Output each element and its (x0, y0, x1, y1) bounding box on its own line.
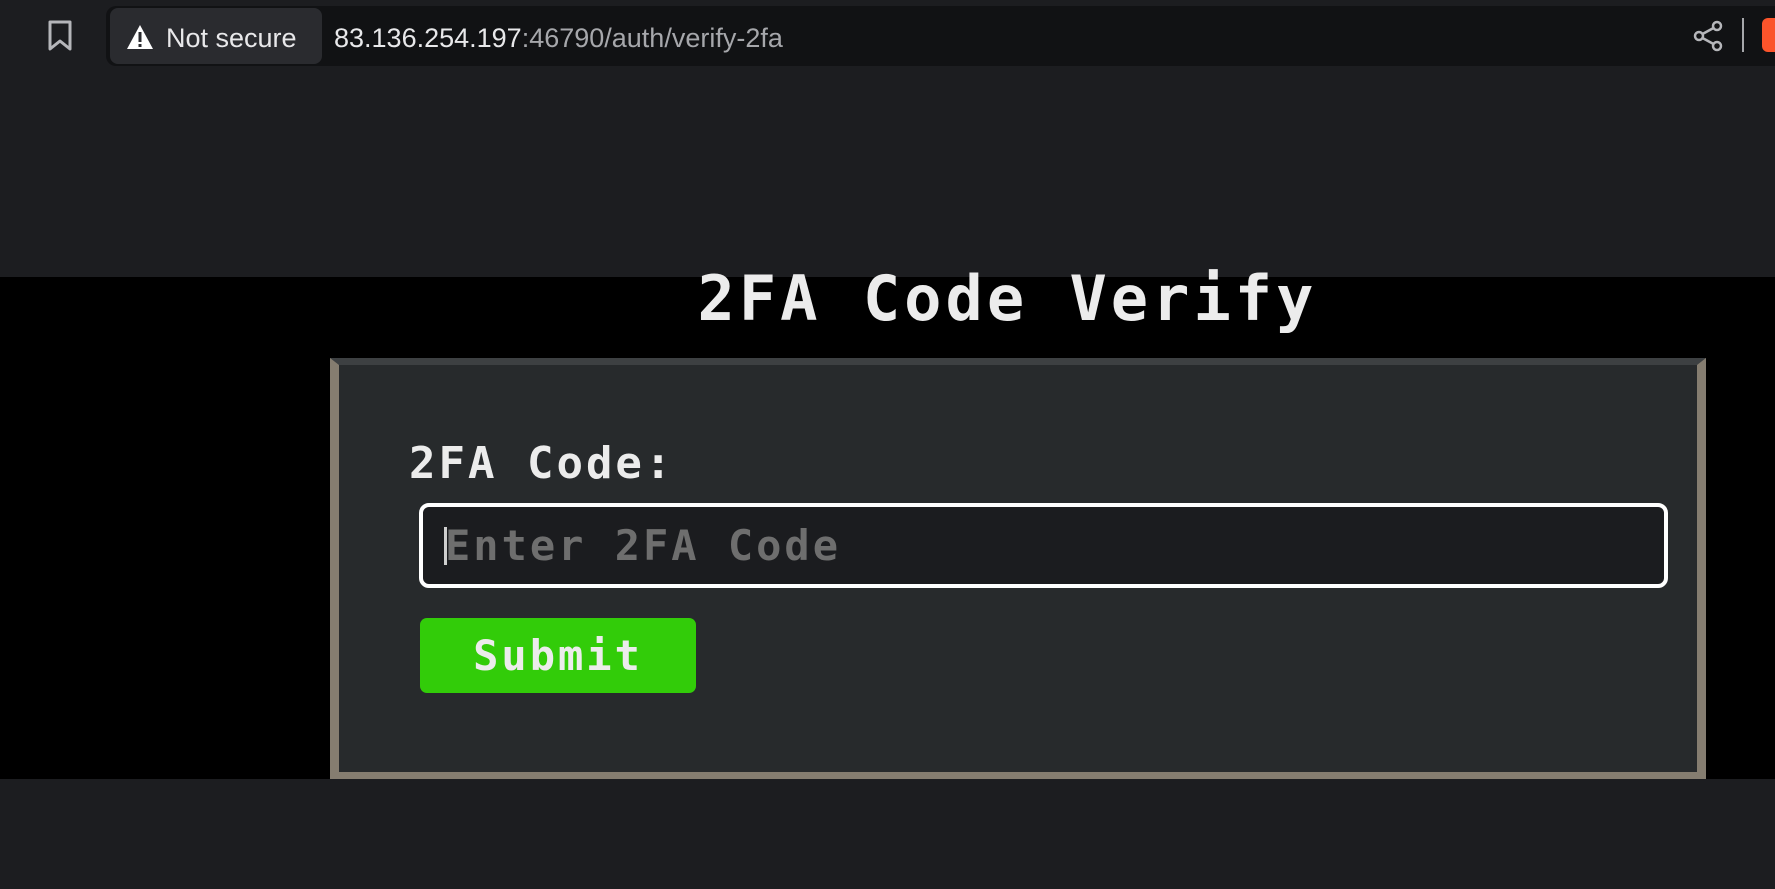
security-indicator[interactable]: Not secure (110, 8, 322, 64)
brave-lion-icon[interactable] (1762, 18, 1775, 52)
share-icon[interactable] (1693, 20, 1723, 52)
text-caret (444, 527, 447, 565)
page-bottom-area (0, 779, 1775, 889)
url-path: :46790/auth/verify-2fa (521, 23, 783, 53)
url-host: 83.136.254.197 (334, 23, 522, 53)
toolbar-divider (1742, 18, 1744, 52)
browser-toolbar: Not secure 83.136.254.197:46790/auth/ver… (0, 0, 1775, 72)
warning-icon (127, 25, 153, 49)
security-label: Not secure (166, 23, 297, 53)
code-field-label: 2FA Code: (409, 438, 675, 489)
bookmark-icon[interactable] (47, 20, 73, 52)
2fa-code-input[interactable] (419, 503, 1668, 588)
url-text[interactable]: 83.136.254.197:46790/auth/verify-2fa (334, 23, 783, 54)
submit-button[interactable]: Submit (420, 618, 696, 693)
page-title: 2FA Code Verify (697, 262, 1318, 335)
address-bar[interactable]: Not secure 83.136.254.197:46790/auth/ver… (106, 6, 1775, 66)
